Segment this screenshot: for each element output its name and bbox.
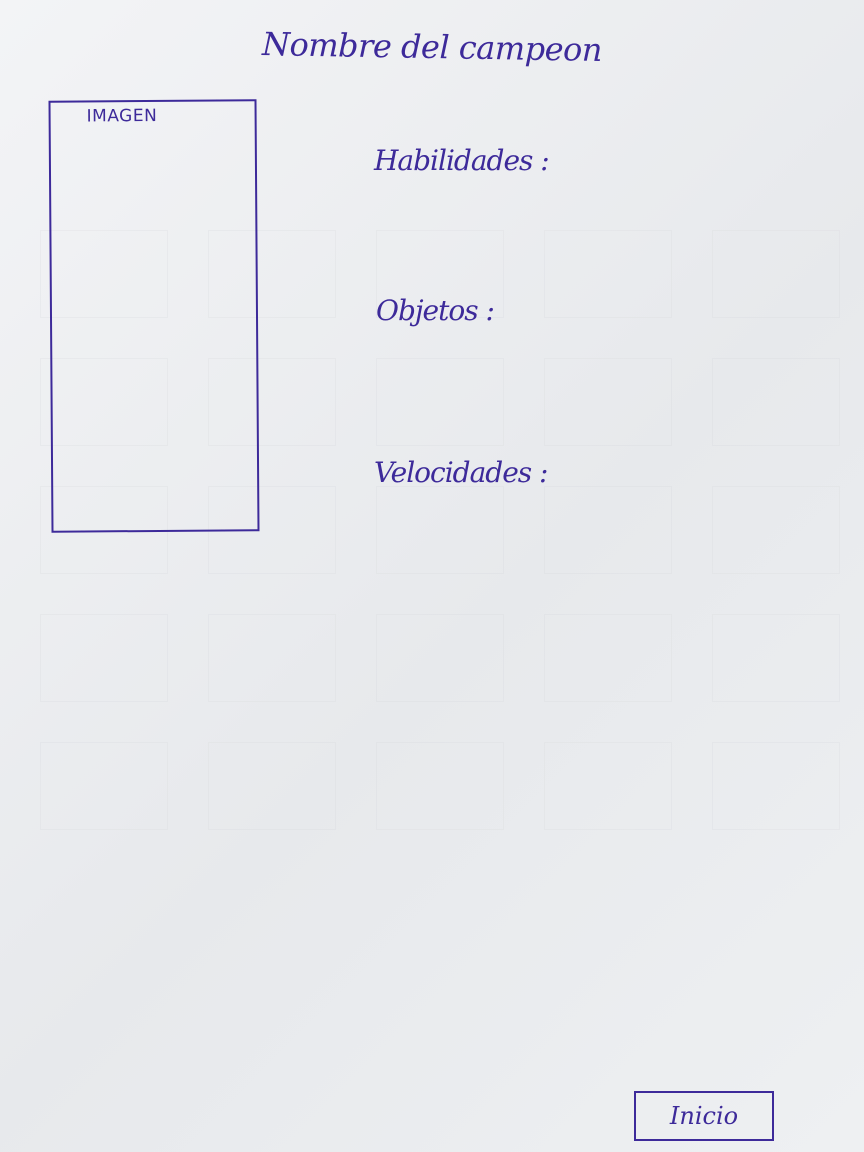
champion-name-title: Nombre del campeon [261,25,603,69]
image-label: IMAGEN [86,105,158,127]
speed-label: Velocidades : [374,456,548,489]
skills-label: Habilidades : [374,144,550,177]
champion-image-placeholder: IMAGEN [48,99,260,533]
home-button[interactable]: Inicio [634,1091,774,1141]
items-label: Objetos : [376,294,495,327]
champion-page: { "header": { "title": "Nombre del campe… [0,0,864,1152]
